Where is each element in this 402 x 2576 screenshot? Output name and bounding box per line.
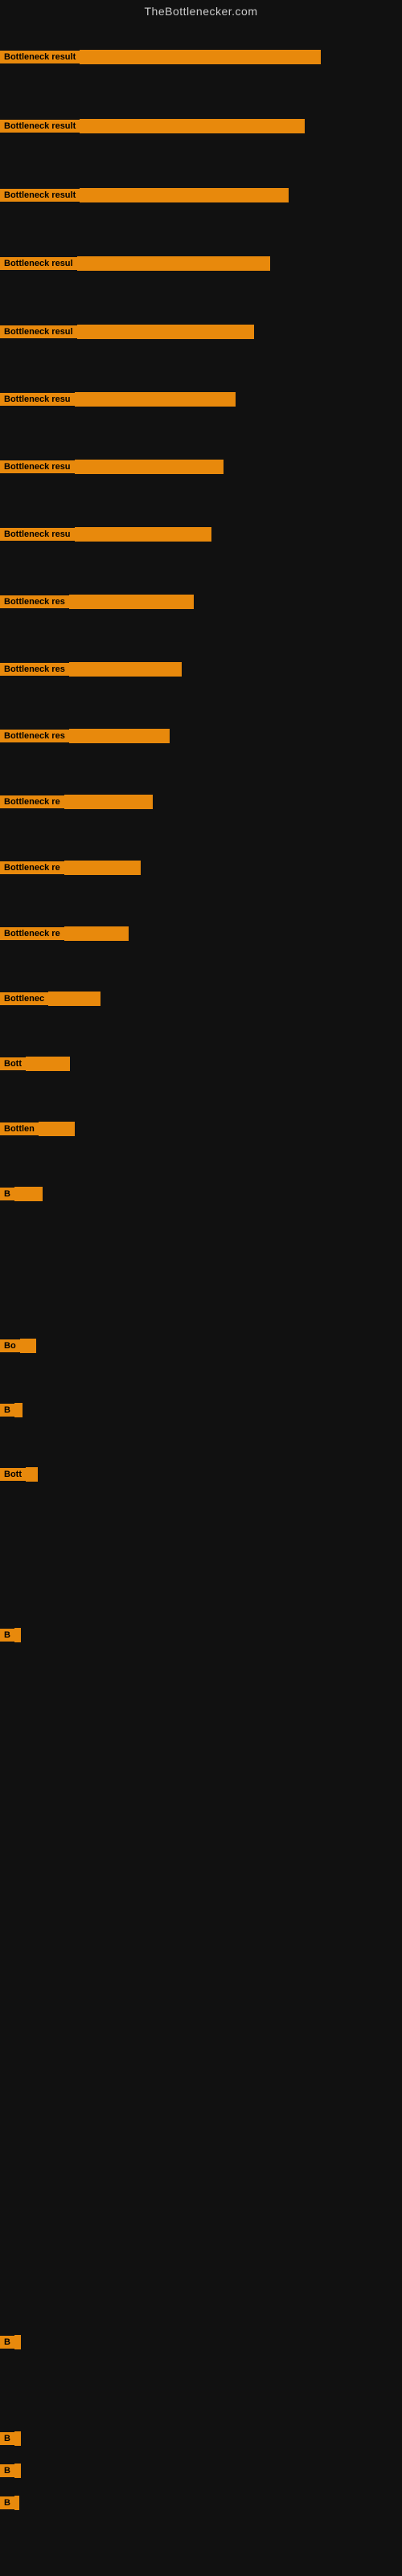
bar-label: B xyxy=(0,2432,14,2445)
bar-label: Bott xyxy=(0,1468,26,1481)
bar-row: Bottleneck re xyxy=(0,795,153,809)
bar-label: Bottlenec xyxy=(0,992,48,1005)
bar-line xyxy=(14,1403,23,1417)
bar-line xyxy=(14,2496,19,2510)
bar-line xyxy=(69,662,182,677)
bar-label: Bottleneck result xyxy=(0,189,80,202)
bar-line xyxy=(26,1057,70,1071)
bar-line xyxy=(64,795,153,809)
bar-label: B xyxy=(0,2496,14,2509)
bar-line xyxy=(77,325,254,339)
bar-line xyxy=(80,50,321,64)
bar-line xyxy=(69,729,170,743)
bar-row: Bottleneck res xyxy=(0,729,170,743)
bar-line xyxy=(77,256,270,271)
bar-line xyxy=(14,2431,21,2446)
bar-label: B xyxy=(0,1404,14,1417)
bar-row: Bottleneck re xyxy=(0,926,129,941)
bar-row: Bottleneck result xyxy=(0,50,321,64)
bar-label: B xyxy=(0,1629,14,1642)
bar-row: B xyxy=(0,1628,21,1642)
bar-label: Bottleneck resul xyxy=(0,257,77,270)
bar-label: Bottleneck res xyxy=(0,595,69,608)
bar-label: Bo xyxy=(0,1339,20,1352)
bar-line xyxy=(14,1628,21,1642)
bar-row: B xyxy=(0,2431,21,2446)
bar-row: Bott xyxy=(0,1467,38,1482)
bar-row: Bottleneck resu xyxy=(0,527,211,542)
bar-line xyxy=(14,2464,21,2478)
bar-label: Bottlen xyxy=(0,1122,39,1135)
bar-label: Bottleneck res xyxy=(0,730,69,742)
bar-label: Bottleneck re xyxy=(0,861,64,874)
site-title: TheBottlenecker.com xyxy=(0,0,402,21)
bar-row: Bottleneck result xyxy=(0,119,305,133)
bar-label: Bottleneck re xyxy=(0,795,64,808)
bar-line xyxy=(75,527,211,542)
bar-line xyxy=(39,1122,75,1136)
bar-label: Bottleneck re xyxy=(0,927,64,940)
bar-line xyxy=(69,595,194,609)
bar-line xyxy=(75,460,224,474)
bar-row: Bottleneck re xyxy=(0,861,141,875)
bar-row: Bottlenec xyxy=(0,992,100,1006)
bar-label: Bott xyxy=(0,1057,26,1070)
bar-label: Bottleneck resu xyxy=(0,393,75,406)
bar-line xyxy=(14,2335,21,2349)
bar-line xyxy=(26,1467,38,1482)
bar-row: Bottlen xyxy=(0,1122,75,1136)
bar-line xyxy=(80,119,305,133)
bar-line xyxy=(80,188,289,202)
bar-label: B xyxy=(0,2336,14,2349)
bar-line xyxy=(64,861,141,875)
bar-row: B xyxy=(0,2335,21,2349)
bar-label: Bottleneck resul xyxy=(0,325,77,338)
bar-line xyxy=(14,1187,43,1201)
bar-label: B xyxy=(0,1188,14,1200)
bar-row: B xyxy=(0,2464,21,2478)
bar-label: Bottleneck resu xyxy=(0,528,75,541)
bar-line xyxy=(64,926,129,941)
bar-row: Bott xyxy=(0,1057,70,1071)
bar-row: B xyxy=(0,1187,43,1201)
bar-row: Bottleneck res xyxy=(0,662,182,677)
bar-label: Bottleneck result xyxy=(0,51,80,63)
bar-line xyxy=(75,392,236,407)
bar-row: Bottleneck res xyxy=(0,595,194,609)
bar-row: Bottleneck resul xyxy=(0,325,254,339)
bar-label: Bottleneck res xyxy=(0,663,69,676)
bar-label: Bottleneck result xyxy=(0,120,80,133)
bar-row: B xyxy=(0,2496,19,2510)
bar-row: Bottleneck resu xyxy=(0,392,236,407)
bar-row: B xyxy=(0,1403,23,1417)
bar-row: Bottleneck resul xyxy=(0,256,270,271)
bar-line xyxy=(48,992,100,1006)
bar-line xyxy=(20,1339,36,1353)
bar-label: Bottleneck resu xyxy=(0,460,75,473)
bar-row: Bottleneck result xyxy=(0,188,289,202)
bar-row: Bo xyxy=(0,1339,36,1353)
bar-label: B xyxy=(0,2464,14,2477)
bar-row: Bottleneck resu xyxy=(0,460,224,474)
